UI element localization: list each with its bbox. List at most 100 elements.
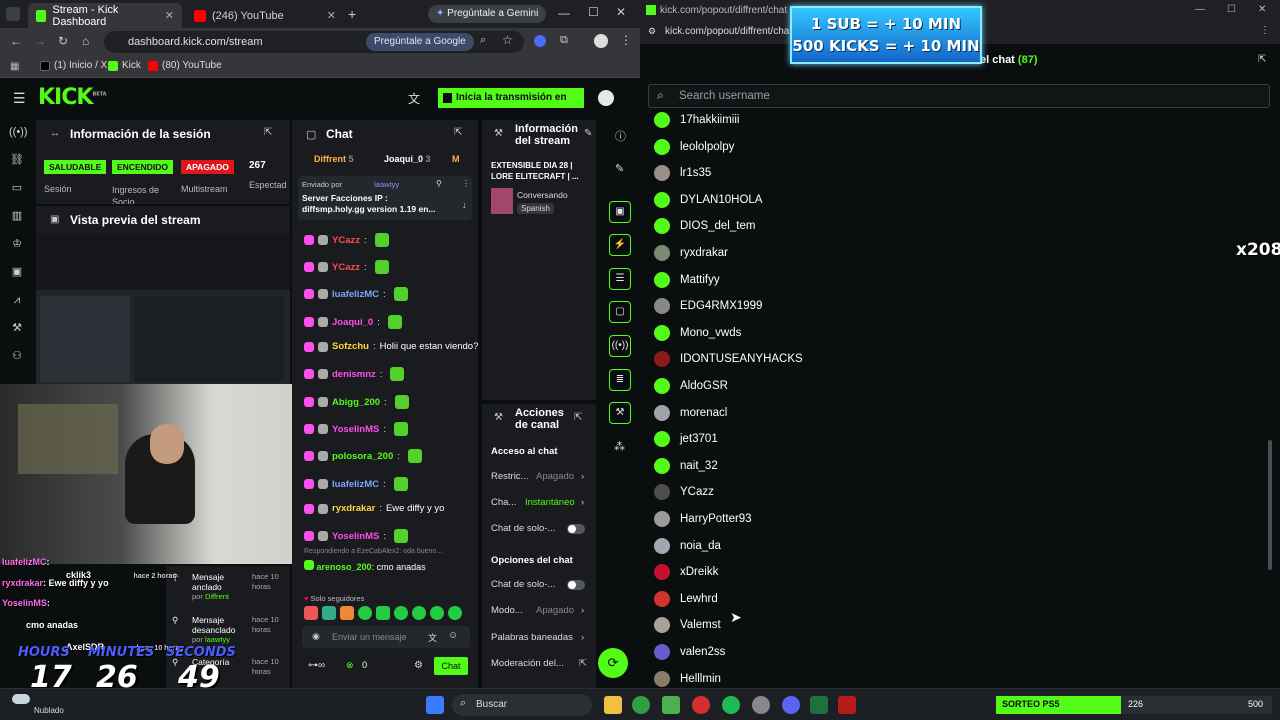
chatter-row[interactable]: Helllmin [654,669,721,688]
popout-icon[interactable]: ⇱ [454,127,462,138]
emote-icon[interactable] [322,606,336,620]
chatter-row[interactable]: morenacl [654,403,727,423]
close-window-icon[interactable]: ✕ [616,5,626,19]
chat-message[interactable]: Sofzchu: Holii que estan viendo? [304,341,478,352]
chat-input[interactable]: ◉ Enviar un mensaje 文 ☺ [302,626,470,648]
chat-username[interactable]: denismnz [332,369,376,380]
new-tab-icon[interactable]: + [348,6,356,22]
bookmark-star-icon[interactable]: ☆ [502,33,513,47]
kick-fab-button[interactable]: ⟳ [598,648,628,678]
reply-message[interactable]: arenoso_200: cmo anadas [304,560,454,573]
start-stream-button[interactable]: Inicia la transmisión en directo [438,88,584,123]
maximize-icon[interactable]: ☐ [1227,4,1236,15]
chrome-icon[interactable] [632,696,650,714]
back-icon[interactable]: ← [10,34,22,48]
option-row-subs-only[interactable]: Chat de solo-... [491,579,591,590]
chat-message[interactable]: Abigg_200: [304,395,409,409]
nodes-icon[interactable]: ⁂ [614,440,625,453]
extension-icon[interactable] [534,35,546,47]
chatter-row[interactable]: DIOS_del_tem [654,216,755,236]
chatter-row[interactable]: jet3701 [654,429,718,449]
link-icon[interactable]: ⛓ [9,152,25,168]
bookmark-x[interactable]: (1) Inicio / X [40,60,107,71]
rail-broadcast-button[interactable]: ((•)) [609,335,631,357]
windows-start-icon[interactable] [426,696,444,714]
discord-icon[interactable] [782,696,800,714]
chat-message[interactable]: YCazz: [304,233,389,247]
emote-icon[interactable] [304,606,318,620]
gemini-button[interactable]: ✦ Pregúntale a Gemini [428,5,547,23]
obs-icon[interactable] [810,696,828,714]
top-gifter-1[interactable]: Diffrent 5 [314,154,354,164]
close-icon[interactable]: ✕ [165,9,174,22]
chat-message[interactable]: polosora_200: [304,449,422,463]
chat-username[interactable]: luafelizMC [332,479,379,490]
menu-kebab-icon[interactable]: ⋮ [620,33,632,47]
chat-message[interactable]: YoselinMS: [304,422,408,436]
username-search-input[interactable]: ⌕ Search username [648,84,1270,108]
scrollbar-thumb[interactable] [1268,440,1272,570]
close-icon[interactable]: ✕ [327,9,336,22]
wrench-icon[interactable]: ⚒ [9,320,25,336]
popout-icon[interactable]: ⇱ [574,412,582,423]
video-icon[interactable]: ▣ [9,264,25,280]
chatter-row[interactable]: EDG4RMX1999 [654,296,762,316]
chatter-row[interactable]: AldoGSR [654,376,728,396]
chat-message[interactable]: YCazz: [304,260,389,274]
chatter-row[interactable]: Mattifyy [654,270,720,290]
action-row-subs-only[interactable]: Chat de solo-... [491,523,591,534]
chatter-row[interactable]: lr1s35 [654,163,711,183]
rail-wrench-button[interactable]: ⚒ [609,402,631,424]
chatter-row[interactable]: HarryPotter93 [654,509,752,529]
apps-grid-icon[interactable]: ▦ [10,61,19,72]
spotify-icon[interactable] [722,696,740,714]
chart-icon[interactable]: ▥ [9,208,25,224]
tab-youtube[interactable]: (246) YouTube ✕ [186,3,344,28]
emote-icon[interactable] [376,606,390,620]
analytics-icon[interactable]: ⩘ [9,292,25,308]
hamburger-menu-icon[interactable]: ☰ [13,90,26,107]
rail-list-button[interactable]: ☰ [609,268,631,290]
chat-username[interactable]: arenoso_200 [317,562,372,572]
user-avatar[interactable] [598,90,614,106]
rail-stack-button[interactable]: ≣ [609,369,631,391]
app-icon[interactable] [838,696,856,714]
chatter-row[interactable]: leololpolpy [654,137,734,157]
chat-message[interactable]: ryxdrakar: Ewe diffy y yo [304,503,444,514]
chatter-row[interactable]: ryxdrakar [654,243,728,263]
subs-only-toggle[interactable] [567,524,585,534]
chat-message[interactable]: luafelizMC: [304,477,408,491]
chat-username[interactable]: YoselinMS [332,531,379,542]
send-chat-button[interactable]: Chat [434,657,468,675]
home-icon[interactable]: ⌂ [82,34,89,48]
rail-chat-button[interactable]: ▢ [609,301,631,323]
chat-username[interactable]: polosora_200 [332,451,393,462]
tab-search-icon[interactable] [6,7,20,21]
chatter-row[interactable]: DYLAN10HOLA [654,190,762,210]
emote-icon[interactable] [394,606,408,620]
opera-icon[interactable] [692,696,710,714]
chat-username[interactable]: YCazz [332,235,360,246]
popout-icon[interactable]: ⇱ [264,127,272,138]
edit-pencil-icon[interactable]: ✎ [584,128,592,139]
steam-icon[interactable] [752,696,770,714]
trophy-icon[interactable]: ♔ [9,236,25,252]
pin-icon[interactable]: ⚲ [436,179,442,188]
emote-icon[interactable] [358,606,372,620]
chatter-row[interactable]: IDONTUSEANYHACKS [654,349,803,369]
chat-username[interactable]: YCazz [332,262,360,273]
emote-icon[interactable] [448,606,462,620]
chat-username[interactable]: luafelizMC [332,289,379,300]
popout-url[interactable]: kick.com/popout/diffrent/chat [665,26,792,37]
minimize-icon[interactable]: — [558,6,570,20]
minimize-icon[interactable]: — [1195,4,1205,15]
rail-video-button[interactable]: ▣ [609,201,631,223]
top-gifter-2[interactable]: Joaqui_0 3 [384,154,431,164]
bookmark-youtube[interactable]: (80) YouTube [148,60,222,71]
emote-icon[interactable] [430,606,444,620]
chatter-row[interactable]: Valemst [654,615,721,635]
chatter-row[interactable]: noia_da [654,536,721,556]
translate-icon[interactable]: 文 [428,631,437,644]
minecraft-icon[interactable] [662,696,680,714]
chat-message[interactable]: luafelizMC: [304,287,408,301]
